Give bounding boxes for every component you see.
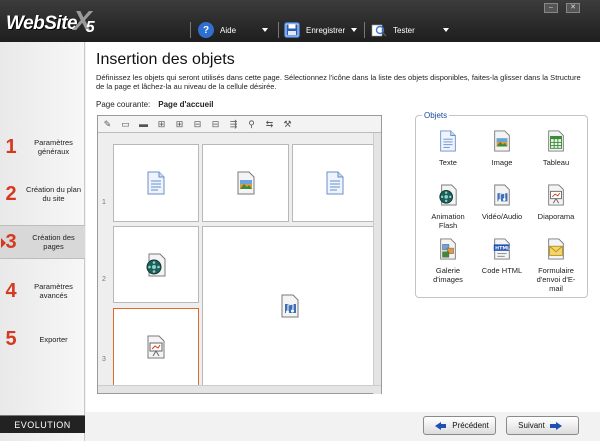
insert-column-icon[interactable]: ⊟ — [210, 119, 221, 130]
vertical-scrollbar[interactable] — [373, 133, 381, 394]
arrow-right-icon — [549, 421, 562, 431]
text-icon — [326, 171, 344, 195]
steps-sidebar: 1 Paramètres généraux 2 Création du plan… — [0, 42, 85, 441]
image-icon — [237, 171, 254, 195]
row-label: 1 — [102, 199, 106, 206]
grid-cell-r1c3[interactable] — [292, 144, 378, 222]
object-table[interactable]: Tableau — [530, 130, 582, 167]
title-bar: WebSite X 5 – ✕ ? Aide Enregistrer Teste… — [0, 0, 600, 42]
frame-icon[interactable]: ▭ — [120, 119, 131, 130]
test-button[interactable]: Tester — [371, 20, 449, 40]
step-advanced-settings[interactable]: 4 Paramètres avancés — [0, 274, 85, 308]
step-site-map[interactable]: 2 Création du plan du site — [0, 177, 85, 211]
text-icon — [440, 130, 456, 152]
object-email-form[interactable]: Formulaire d'envoi d'E-mail — [530, 238, 582, 293]
chevron-down-icon — [442, 28, 449, 32]
minimize-button[interactable]: – — [544, 3, 558, 13]
grid-cell-r1c2[interactable] — [202, 144, 289, 222]
row-label: 3 — [102, 356, 106, 363]
step-export[interactable]: 5 Exporter — [0, 322, 85, 356]
grid-cell-r1c1[interactable] — [113, 144, 199, 222]
objects-panel-label: Objets — [422, 111, 450, 120]
structure-toolbar: ✎ ▭ ▬ ⊞ ⊞ ⊟ ⊟ ⇶ ⚲ ⇆ ⚒ — [98, 116, 381, 133]
next-button[interactable]: Suivant — [506, 416, 579, 435]
page-title: Insertion des objets — [96, 51, 235, 68]
flash-icon — [439, 184, 457, 206]
app-logo: WebSite X 5 — [6, 5, 95, 37]
object-image[interactable]: Image — [476, 130, 528, 167]
move-icon[interactable]: ⇆ — [264, 119, 275, 130]
object-image-gallery[interactable]: Galerie d'images — [422, 238, 474, 284]
image-icon — [494, 130, 510, 152]
flash-icon — [146, 253, 166, 276]
split-cells-icon[interactable]: ⊞ — [174, 119, 185, 130]
toolbar-separator — [190, 22, 191, 38]
close-button[interactable]: ✕ — [566, 3, 580, 13]
help-button[interactable]: ? Aide — [198, 20, 269, 40]
help-icon: ? — [198, 22, 214, 38]
object-slideshow[interactable]: Diaporama — [530, 184, 582, 221]
email-form-icon — [548, 238, 564, 260]
horizontal-scrollbar[interactable] — [98, 385, 381, 393]
step-general-settings[interactable]: 1 Paramètres généraux — [0, 130, 85, 164]
chevron-down-icon — [262, 28, 269, 32]
app-window: WebSite X 5 – ✕ ? Aide Enregistrer Teste… — [0, 0, 600, 441]
page-description: Définissez les objets qui seront utilisé… — [96, 73, 581, 91]
main-panel: Insertion des objets Définissez les obje… — [86, 42, 600, 412]
pencil-icon[interactable]: ✎ — [102, 119, 113, 130]
active-step-arrow-icon — [1, 238, 6, 248]
previous-button[interactable]: Précédent — [423, 416, 496, 435]
row-icon[interactable]: ▬ — [138, 119, 149, 130]
video-audio-icon — [494, 184, 510, 206]
object-text[interactable]: Texte — [422, 130, 474, 167]
insert-row-icon[interactable]: ⊟ — [192, 119, 203, 130]
gallery-icon — [440, 238, 456, 260]
grid-cell-r3c1[interactable] — [113, 308, 199, 386]
link-icon[interactable]: ⇶ — [228, 119, 239, 130]
merge-cells-icon[interactable]: ⊞ — [156, 119, 167, 130]
save-button[interactable]: Enregistrer — [284, 20, 358, 40]
brand-label: EVOLUTION — [0, 415, 85, 433]
current-page: Page courante: Page d'accueil — [96, 100, 214, 109]
tree-icon[interactable]: ⚲ — [246, 119, 257, 130]
objects-panel: Objets Texte Image Tableau Animation Fla… — [415, 111, 588, 298]
svg-text:HTML: HTML — [495, 246, 510, 252]
html-icon: HTML — [493, 238, 510, 260]
text-icon — [147, 171, 165, 195]
arrow-left-icon — [435, 421, 447, 431]
video-audio-icon — [281, 294, 299, 318]
floppy-disk-icon — [284, 22, 300, 38]
magnifier-icon — [371, 22, 387, 38]
table-icon — [548, 130, 564, 152]
page-structure-editor: ✎ ▭ ▬ ⊞ ⊞ ⊟ ⊟ ⇶ ⚲ ⇆ ⚒ 1 2 3 — [97, 115, 382, 394]
toolbar-separator — [278, 22, 279, 38]
slideshow-icon — [147, 335, 165, 359]
object-html-code[interactable]: HTML Code HTML — [476, 238, 528, 275]
tools-icon[interactable]: ⚒ — [282, 119, 293, 130]
object-video-audio[interactable]: Vidéo/Audio — [476, 184, 528, 221]
chevron-down-icon — [351, 28, 358, 32]
wizard-footer: Précédent Suivant — [86, 412, 600, 441]
grid-cell-r2c1[interactable] — [113, 226, 199, 303]
slideshow-icon — [548, 184, 564, 206]
toolbar-separator — [364, 22, 365, 38]
row-label: 2 — [102, 276, 106, 283]
grid-cell-r2c2-merged[interactable] — [202, 226, 378, 386]
step-page-creation[interactable]: 3 Création des pages — [0, 225, 85, 259]
object-flash-animation[interactable]: Animation Flash — [422, 184, 474, 230]
